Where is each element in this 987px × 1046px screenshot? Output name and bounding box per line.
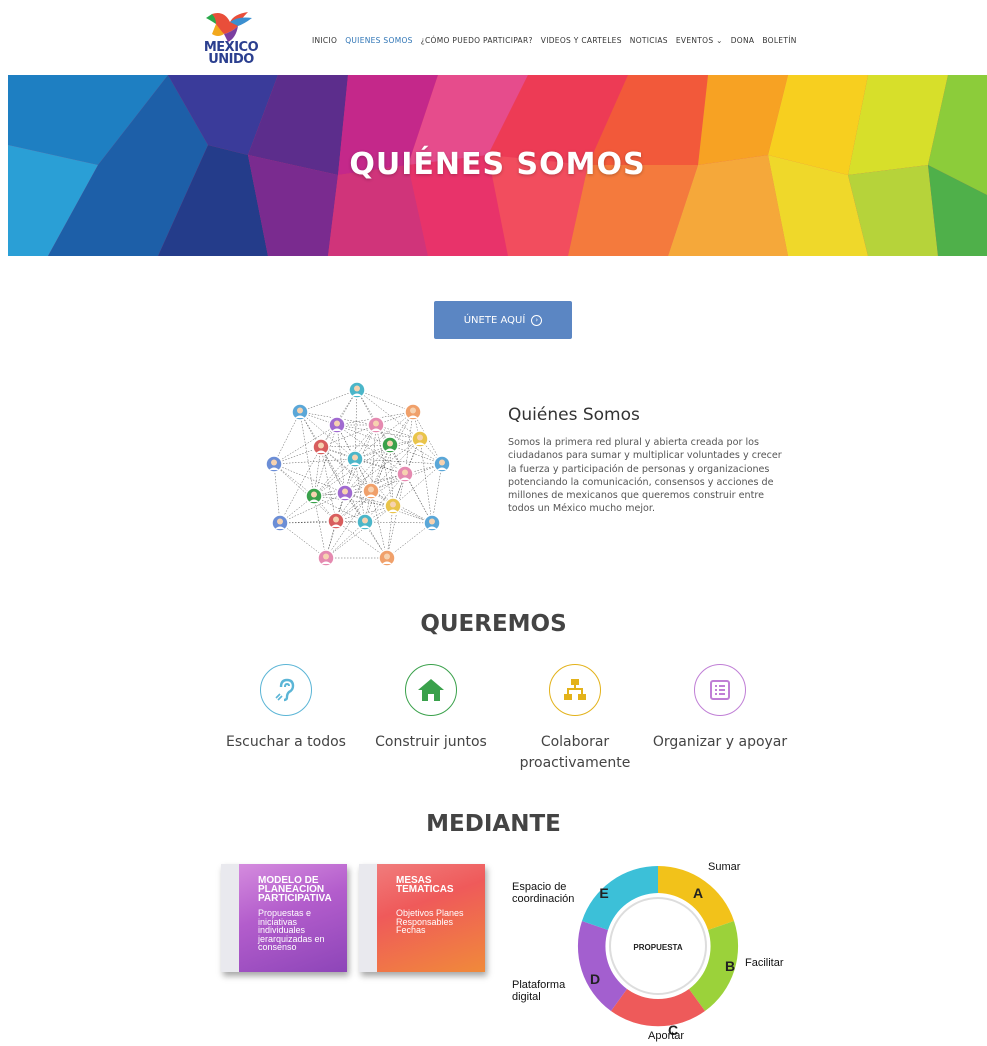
person-avatar-icon (305, 487, 323, 505)
network-link (273, 463, 281, 524)
person-avatar-icon (411, 430, 429, 448)
network-link (354, 411, 414, 460)
cycle-letter-a: A (693, 885, 703, 901)
about-title: Quiénes Somos (508, 405, 640, 425)
cycle-label-facilitar: Facilitar (745, 957, 784, 969)
list-icon (694, 664, 746, 716)
home-icon (405, 664, 457, 716)
card-mesas-tematicas[interactable]: MESAS TEMATICAS Objetivos Planes Respons… (359, 864, 485, 972)
network-link (273, 463, 337, 522)
network-link (431, 463, 443, 524)
propuesta-cycle-diagram: A B C D E PROPUESTA Sumar Facilitar Apor… (508, 856, 798, 1042)
network-link (356, 389, 414, 413)
network-link (389, 444, 394, 507)
cycle-letter-e: E (599, 885, 608, 901)
card-strip (359, 864, 377, 972)
main-nav: INICIO QUIENES SOMOS ¿CÓMO PUEDO PARTICI… (312, 36, 805, 45)
nav-boletin[interactable]: BOLETÍN (762, 36, 796, 45)
card-title: MESAS TEMATICAS (396, 875, 454, 895)
about-text: Somos la primera red plural y abierta cr… (508, 437, 782, 515)
network-link (313, 495, 327, 559)
card-modelo-planeacion[interactable]: MODELO DE PLANEACION PARTICIPATIVA Propu… (221, 864, 347, 972)
nav-dona[interactable]: DONA (731, 36, 755, 45)
card-body: Propuestas e iniciativas individuales je… (258, 908, 325, 952)
network-link (313, 495, 394, 507)
cycle-letter-b: B (725, 958, 735, 974)
feature-colaborar: Colaborar proactivamente (500, 664, 650, 774)
queremos-title: QUEREMOS (420, 611, 567, 637)
person-avatar-icon (265, 455, 283, 473)
person-avatar-icon (291, 403, 309, 421)
feature-label: Colaborar proactivamente (519, 734, 631, 771)
feature-label: Organizar y apoyar (652, 734, 788, 750)
card-title: MODELO DE PLANEACION PARTICIPATIVA (258, 875, 332, 904)
hearing-icon (260, 664, 312, 716)
person-avatar-icon (348, 381, 366, 399)
hummingbird-icon (206, 12, 252, 42)
person-avatar-icon (384, 497, 402, 515)
cycle-letter-d: D (590, 971, 600, 987)
person-avatar-icon (317, 549, 335, 567)
network-link (386, 473, 406, 559)
network-link (279, 446, 322, 524)
network-link (419, 438, 433, 524)
person-avatar-icon (396, 465, 414, 483)
network-graph (265, 381, 451, 567)
network-link (320, 446, 337, 522)
person-avatar-icon (271, 514, 289, 532)
person-avatar-icon (378, 549, 396, 567)
nav-quienes-somos[interactable]: QUIENES SOMOS (345, 36, 413, 45)
person-avatar-icon (423, 514, 441, 532)
network-link (299, 411, 315, 497)
cycle-label-espacio: Espacio de coordinación (512, 881, 575, 905)
nav-como-participar[interactable]: ¿CÓMO PUEDO PARTICIPAR? (421, 36, 533, 45)
person-avatar-icon (362, 482, 380, 500)
network-icon (549, 664, 601, 716)
join-button[interactable]: ÚNETE AQUÍ › (434, 301, 572, 339)
person-avatar-icon (328, 416, 346, 434)
person-avatar-icon (367, 416, 385, 434)
cycle-center-label: PROPUESTA (633, 943, 682, 952)
hero-title: QUIÉNES SOMOS (349, 147, 646, 182)
person-avatar-icon (356, 513, 374, 531)
feature-label: Construir juntos (375, 734, 487, 750)
card-strip (221, 864, 239, 972)
nav-videos-carteles[interactable]: VIDEOS Y CARTELES (541, 36, 622, 45)
feature-escuchar: Escuchar a todos (211, 664, 361, 753)
feature-organizar: Organizar y apoyar (645, 664, 795, 753)
person-avatar-icon (327, 512, 345, 530)
network-link (364, 521, 433, 524)
people-network-illustration (262, 378, 462, 573)
person-avatar-icon (312, 438, 330, 456)
person-avatar-icon (404, 403, 422, 421)
cycle-label-plataforma: Plataforma digital (512, 979, 566, 1003)
mediante-title: MEDIANTE (426, 811, 561, 837)
person-avatar-icon (346, 450, 364, 468)
network-link (313, 473, 406, 497)
nav-inicio[interactable]: INICIO (312, 36, 337, 45)
logo[interactable]: MEXICO UNIDO (200, 6, 262, 70)
join-button-label: ÚNETE AQUÍ (463, 314, 526, 326)
network-link (336, 424, 346, 494)
logo-line2: UNIDO (208, 52, 254, 67)
network-link (299, 389, 358, 413)
feature-label: Escuchar a todos (226, 734, 346, 750)
cycle-label-aportar: Aportar (648, 1030, 685, 1042)
logo-text: MEXICO UNIDO (200, 41, 262, 67)
person-avatar-icon (381, 436, 399, 454)
card-body: Objetivos Planes Responsables Fechas (396, 908, 464, 935)
nav-eventos[interactable]: EVENTOS ⌄ (676, 36, 723, 45)
person-avatar-icon (433, 455, 451, 473)
person-avatar-icon (336, 484, 354, 502)
arrow-circle-right-icon: › (531, 314, 543, 326)
cycle-label-sumar: Sumar (708, 861, 741, 873)
hero-banner: QUIÉNES SOMOS (8, 75, 987, 256)
nav-noticias[interactable]: NOTICIAS (630, 36, 668, 45)
feature-construir: Construir juntos (356, 664, 506, 753)
